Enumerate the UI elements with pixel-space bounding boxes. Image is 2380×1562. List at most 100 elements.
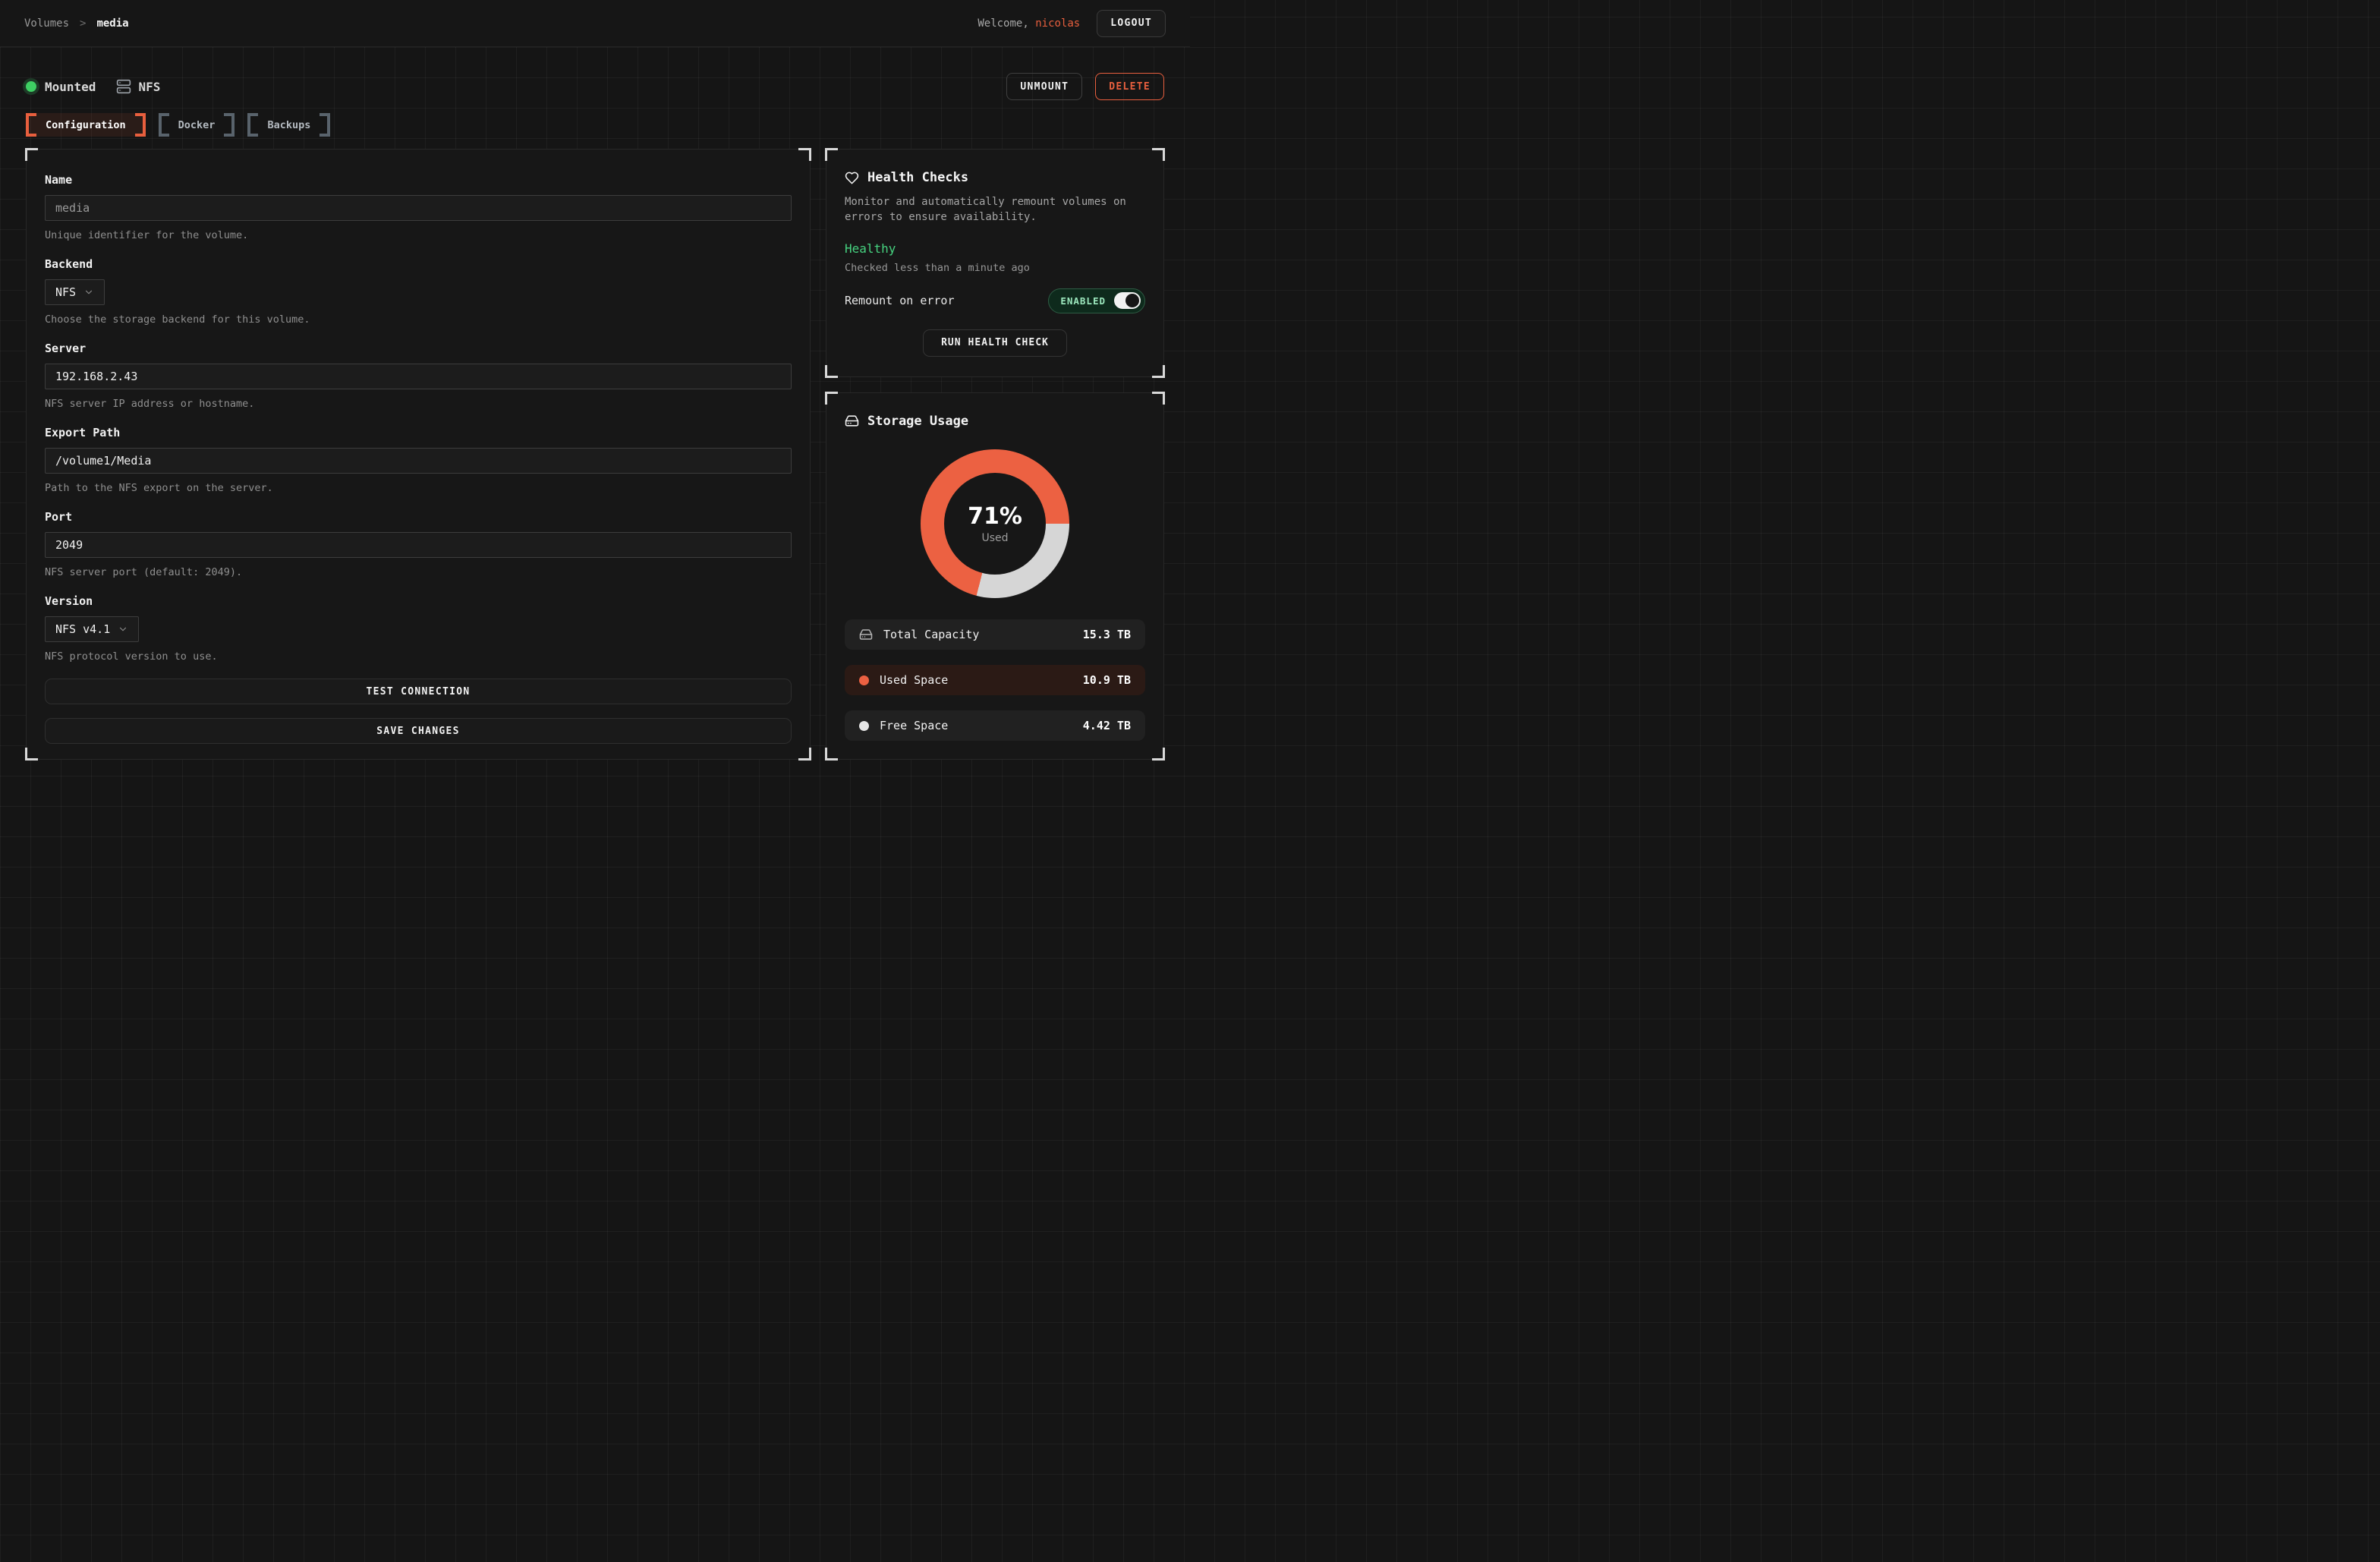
backend-help-text: Choose the storage backend for this volu… [45,313,792,326]
server-field-group: Server NFS server IP address or hostname… [45,342,792,410]
storage-usage-title-text: Storage Usage [867,414,968,429]
page-content: Mounted NFS UNMOUNT DELETE Configuration… [0,47,1190,760]
corner-decoration [825,365,838,378]
donut-chart-area: 71% Used [845,429,1145,619]
total-capacity-label: Total Capacity [883,628,979,641]
backend-select[interactable]: NFS [45,279,105,305]
chevron-down-icon [118,624,128,635]
corner-decoration [1152,748,1165,761]
port-help-text: NFS server port (default: 2049). [45,566,792,578]
health-checks-card: Health Checks Monitor and automatically … [826,149,1164,377]
delete-button[interactable]: DELETE [1095,73,1164,100]
tab-bar: Configuration Docker Backups [26,113,1164,137]
total-capacity-value: 15.3 TB [1083,628,1131,641]
corner-decoration [825,392,838,405]
export-path-input[interactable] [45,448,792,474]
tab-configuration[interactable]: Configuration [26,113,146,137]
used-space-value: 10.9 TB [1083,673,1131,687]
corner-decoration [1152,148,1165,161]
remount-setting-row: Remount on error ENABLED [845,288,1145,313]
tab-docker[interactable]: Docker [159,113,235,137]
storage-donut: 71% Used [921,449,1069,598]
corner-decoration [25,148,38,161]
used-space-label: Used Space [880,673,948,687]
backend-badge: NFS [116,79,160,94]
server-icon [116,79,131,94]
server-input[interactable] [45,364,792,389]
corner-decoration [1152,392,1165,405]
health-checks-title: Health Checks [845,170,1145,185]
logout-button[interactable]: LOGOUT [1097,10,1166,37]
donut-center: 71% Used [944,473,1046,575]
volume-actions: UNMOUNT DELETE [1006,73,1164,100]
corner-decoration [798,748,811,761]
unmount-button[interactable]: UNMOUNT [1006,73,1082,100]
export-path-help-text: Path to the NFS export on the server. [45,482,792,494]
hard-drive-icon [859,628,873,641]
export-path-field-group: Export Path Path to the NFS export on th… [45,426,792,494]
remount-toggle[interactable]: ENABLED [1048,288,1145,313]
health-last-checked: Checked less than a minute ago [845,262,1145,274]
port-label: Port [45,510,792,524]
breadcrumb-volumes-link[interactable]: Volumes [24,17,69,30]
mounted-status-dot [26,81,36,92]
mount-status-label: Mounted [45,80,96,94]
version-help-text: NFS protocol version to use. [45,650,792,663]
main-layout: Name Unique identifier for the volume. B… [26,149,1164,760]
mount-status: Mounted [26,80,96,94]
corner-decoration [1152,365,1165,378]
name-help-text: Unique identifier for the volume. [45,229,792,241]
top-bar: Volumes > media Welcome, nicolas LOGOUT [0,0,1190,47]
version-select[interactable]: NFS v4.1 [45,616,139,642]
server-help-text: NFS server IP address or hostname. [45,398,792,410]
port-input[interactable] [45,532,792,558]
backend-field-group: Backend NFS Choose the storage backend f… [45,257,792,326]
corner-decoration [798,148,811,161]
backend-select-value: NFS [55,285,76,299]
username: nicolas [1035,17,1080,30]
tab-backups[interactable]: Backups [247,113,330,137]
donut-percent-label: 71% [968,503,1022,530]
backend-badge-label: NFS [138,80,160,94]
hard-drive-icon [845,414,859,428]
storage-stats-list: Total Capacity 15.3 TB Used Space 10.9 T… [845,619,1145,741]
version-field-group: Version NFS v4.1 NFS protocol version to… [45,594,792,663]
health-status-text: Healthy [845,241,1145,256]
name-input[interactable] [45,195,792,221]
remount-toggle-state: ENABLED [1060,295,1106,307]
status-indicators: Mounted NFS [26,79,160,94]
welcome-text: Welcome, nicolas [978,17,1080,30]
chevron-down-icon [83,287,94,298]
version-label: Version [45,594,792,608]
toggle-knob [1125,294,1139,307]
run-health-check-button[interactable]: RUN HEALTH CHECK [923,329,1067,357]
version-select-value: NFS v4.1 [55,622,110,636]
test-connection-button[interactable]: TEST CONNECTION [45,679,792,704]
free-space-dot [859,721,869,731]
corner-decoration [825,748,838,761]
corner-decoration [25,748,38,761]
health-description: Monitor and automatically remount volume… [845,194,1145,225]
corner-decoration [825,148,838,161]
storage-usage-card: Storage Usage 71% Used Total Capacity [826,392,1164,760]
toggle-switch [1114,292,1141,309]
donut-used-label: Used [981,532,1008,544]
total-capacity-row: Total Capacity 15.3 TB [845,619,1145,650]
free-space-value: 4.42 TB [1083,719,1131,732]
name-label: Name [45,173,792,187]
free-space-label: Free Space [880,719,948,732]
configuration-card: Name Unique identifier for the volume. B… [26,149,811,760]
save-changes-button[interactable]: SAVE CHANGES [45,718,792,744]
used-space-dot [859,676,869,685]
breadcrumb-separator: > [80,17,86,30]
volume-status-row: Mounted NFS UNMOUNT DELETE [26,73,1164,100]
breadcrumb-current-page: media [96,17,128,30]
health-checks-title-text: Health Checks [867,170,968,185]
welcome-prefix: Welcome, [978,17,1028,30]
heart-icon [845,171,859,185]
used-space-row: Used Space 10.9 TB [845,665,1145,695]
storage-usage-title: Storage Usage [845,414,1145,429]
name-field-group: Name Unique identifier for the volume. [45,173,792,241]
server-label: Server [45,342,792,355]
backend-label: Backend [45,257,792,271]
